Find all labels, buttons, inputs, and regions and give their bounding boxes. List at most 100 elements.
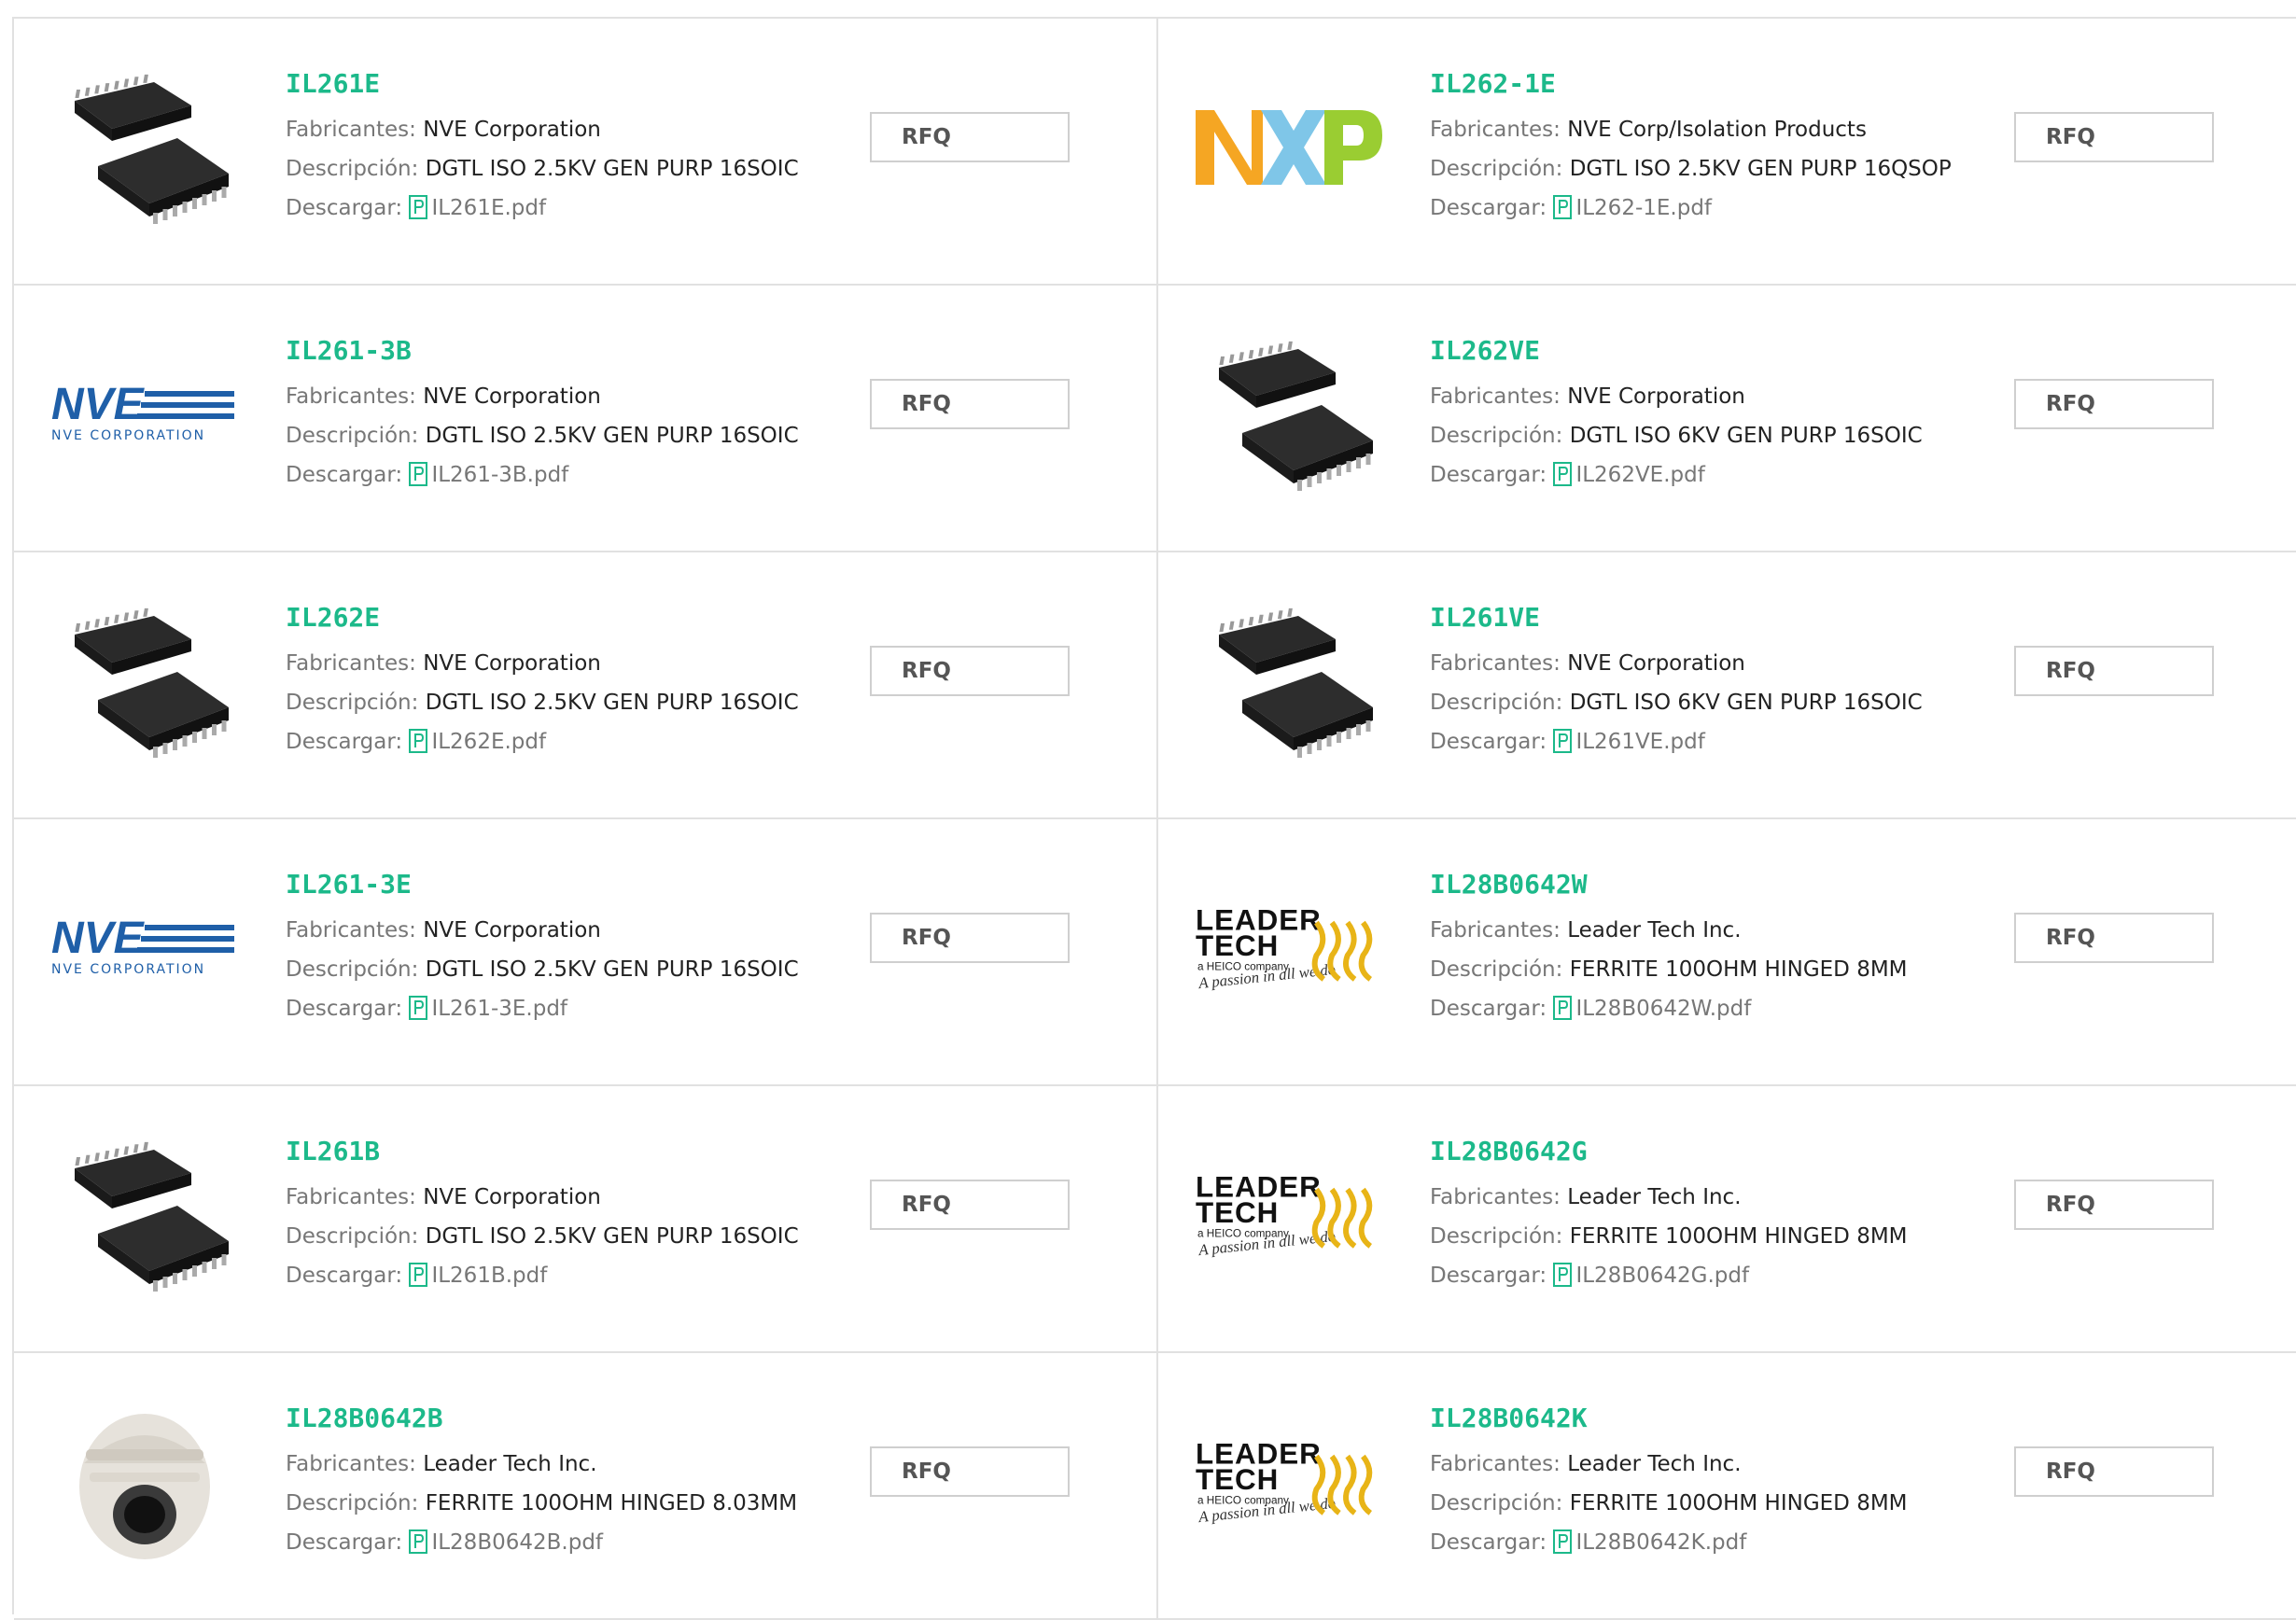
part-number-link[interactable]: IL28B0642G [1430, 1135, 1990, 1168]
description-label: Descripción: [286, 424, 419, 448]
product-info: IL28B0642G Fabricantes: Leader Tech Inc.… [1430, 1135, 1990, 1295]
description-value: DGTL ISO 2.5KV GEN PURP 16SOIC [425, 1224, 799, 1249]
manufacturer-value: NVE Corporation [1567, 651, 1745, 676]
leader-tech-logo[interactable]: LEADER TECH a HEICO company A passion in al… [1196, 1131, 1382, 1299]
nve-logo[interactable]: NVE NVE CORPORATION [51, 330, 238, 498]
svg-text:NVE CORPORATION: NVE CORPORATION [51, 962, 205, 977]
leader-tech-logo[interactable]: LEADER TECH a HEICO company A passion in al… [1196, 864, 1382, 1032]
download-row: Descargar: IL28B0642K.pdf [1430, 1523, 1990, 1562]
ferrite-core-image[interactable] [51, 1398, 238, 1566]
part-number-link[interactable]: IL262E [286, 601, 846, 635]
manufacturer-value: NVE Corporation [423, 118, 601, 142]
datasheet-filename[interactable]: IL28B0642K.pdf [1575, 1530, 1746, 1555]
part-number-link[interactable]: IL262VE [1430, 334, 1990, 368]
datasheet-link[interactable]: IL261-3B.pdf [409, 462, 568, 487]
datasheet-link[interactable]: IL262-1E.pdf [1553, 195, 1712, 220]
datasheet-link[interactable]: IL262VE.pdf [1553, 462, 1705, 487]
download-label: Descargar: [1430, 730, 1547, 754]
download-row: Descargar: IL28B0642B.pdf [286, 1523, 846, 1562]
product-grid: IL261E Fabricantes: NVE Corporation Desc… [12, 17, 2296, 1620]
rfq-button[interactable]: RFQ [870, 379, 1070, 429]
download-row: Descargar: IL262VE.pdf [1430, 455, 1990, 495]
datasheet-filename[interactable]: IL28B0642W.pdf [1575, 997, 1751, 1021]
rfq-button[interactable]: RFQ [2014, 1180, 2214, 1230]
datasheet-link[interactable]: IL261E.pdf [409, 195, 546, 220]
rfq-button[interactable]: RFQ [2014, 646, 2214, 696]
manufacturer-label: Fabricantes: [286, 118, 416, 142]
part-number-link[interactable]: IL261B [286, 1135, 846, 1168]
chip-package-image[interactable] [51, 1131, 238, 1299]
datasheet-link[interactable]: IL28B0642K.pdf [1553, 1529, 1746, 1555]
datasheet-link[interactable]: IL28B0642W.pdf [1553, 996, 1751, 1021]
product-card: NVE NVE CORPORATION IL261-3E Fabricantes:… [14, 819, 1158, 1086]
description-label: Descripción: [1430, 957, 1563, 982]
manufacturer-row: Fabricantes: NVE Corporation [286, 377, 846, 416]
svg-text:TECH: TECH [1196, 1196, 1279, 1229]
download-label: Descargar: [1430, 463, 1547, 487]
rfq-button[interactable]: RFQ [2014, 1446, 2214, 1497]
part-number-link[interactable]: IL261-3E [286, 868, 846, 901]
datasheet-link[interactable]: IL261VE.pdf [1553, 729, 1705, 754]
description-row: Descripción: FERRITE 100OHM HINGED 8MM [1430, 950, 1990, 989]
nve-logo[interactable]: NVE NVE CORPORATION [51, 864, 238, 1032]
datasheet-filename[interactable]: IL261-3B.pdf [431, 463, 568, 487]
part-number-link[interactable]: IL262-1E [1430, 67, 1990, 101]
pdf-icon [1553, 1263, 1573, 1287]
chip-package-image[interactable] [1196, 597, 1382, 765]
leader-tech-logo[interactable]: LEADER TECH a HEICO company A passion in al… [1196, 1398, 1382, 1566]
datasheet-filename[interactable]: IL261-3E.pdf [431, 997, 567, 1021]
rfq-button[interactable]: RFQ [870, 913, 1070, 963]
product-card: IL261B Fabricantes: NVE Corporation Desc… [14, 1086, 1158, 1353]
description-row: Descripción: DGTL ISO 6KV GEN PURP 16SOI… [1430, 683, 1990, 722]
rfq-button[interactable]: RFQ [870, 1446, 1070, 1497]
description-label: Descripción: [1430, 1224, 1563, 1249]
product-card: IL262VE Fabricantes: NVE Corporation Des… [1158, 286, 2296, 552]
part-number-link[interactable]: IL28B0642K [1430, 1402, 1990, 1435]
rfq-button[interactable]: RFQ [870, 646, 1070, 696]
product-info: IL261VE Fabricantes: NVE Corporation Des… [1430, 601, 1990, 761]
datasheet-filename[interactable]: IL262E.pdf [431, 730, 546, 754]
description-label: Descripción: [1430, 1491, 1563, 1515]
download-label: Descargar: [1430, 1530, 1547, 1555]
datasheet-link[interactable]: IL28B0642G.pdf [1553, 1263, 1749, 1288]
manufacturer-label: Fabricantes: [286, 651, 416, 676]
product-info: IL261-3B Fabricantes: NVE Corporation De… [286, 334, 846, 495]
description-label: Descripción: [1430, 424, 1563, 448]
pdf-icon [409, 1263, 428, 1287]
chip-package-image[interactable] [51, 63, 238, 231]
product-card: LEADER TECH a HEICO company A passion in al… [1158, 1086, 2296, 1353]
pdf-icon [409, 1529, 428, 1554]
datasheet-link[interactable]: IL28B0642B.pdf [409, 1529, 603, 1555]
part-number-link[interactable]: IL261E [286, 67, 846, 101]
datasheet-link[interactable]: IL261-3E.pdf [409, 996, 567, 1021]
product-info: IL28B0642B Fabricantes: Leader Tech Inc.… [286, 1402, 846, 1562]
rfq-button[interactable]: RFQ [2014, 112, 2214, 162]
datasheet-filename[interactable]: IL28B0642G.pdf [1575, 1264, 1749, 1288]
part-number-link[interactable]: IL261-3B [286, 334, 846, 368]
nxp-logo[interactable] [1196, 63, 1382, 231]
datasheet-filename[interactable]: IL261B.pdf [431, 1264, 547, 1288]
product-info: IL261E Fabricantes: NVE Corporation Desc… [286, 67, 846, 228]
pdf-icon [409, 195, 428, 219]
part-number-link[interactable]: IL261VE [1430, 601, 1990, 635]
rfq-button[interactable]: RFQ [870, 112, 1070, 162]
datasheet-filename[interactable]: IL261VE.pdf [1575, 730, 1704, 754]
rfq-button[interactable]: RFQ [2014, 913, 2214, 963]
rfq-button[interactable]: RFQ [870, 1180, 1070, 1230]
datasheet-filename[interactable]: IL261E.pdf [431, 196, 546, 220]
part-number-link[interactable]: IL28B0642B [286, 1402, 846, 1435]
download-row: Descargar: IL262E.pdf [286, 722, 846, 761]
datasheet-filename[interactable]: IL262-1E.pdf [1575, 196, 1712, 220]
svg-text:TECH: TECH [1196, 1463, 1279, 1496]
chip-package-image[interactable] [51, 597, 238, 765]
rfq-button[interactable]: RFQ [2014, 379, 2214, 429]
part-number-link[interactable]: IL28B0642W [1430, 868, 1990, 901]
chip-package-image[interactable] [1196, 330, 1382, 498]
datasheet-filename[interactable]: IL28B0642B.pdf [431, 1530, 603, 1555]
manufacturer-value: NVE Corporation [423, 651, 601, 676]
manufacturer-label: Fabricantes: [286, 384, 416, 409]
datasheet-link[interactable]: IL262E.pdf [409, 729, 546, 754]
datasheet-link[interactable]: IL261B.pdf [409, 1263, 547, 1288]
manufacturer-value: Leader Tech Inc. [423, 1452, 597, 1476]
datasheet-filename[interactable]: IL262VE.pdf [1575, 463, 1704, 487]
